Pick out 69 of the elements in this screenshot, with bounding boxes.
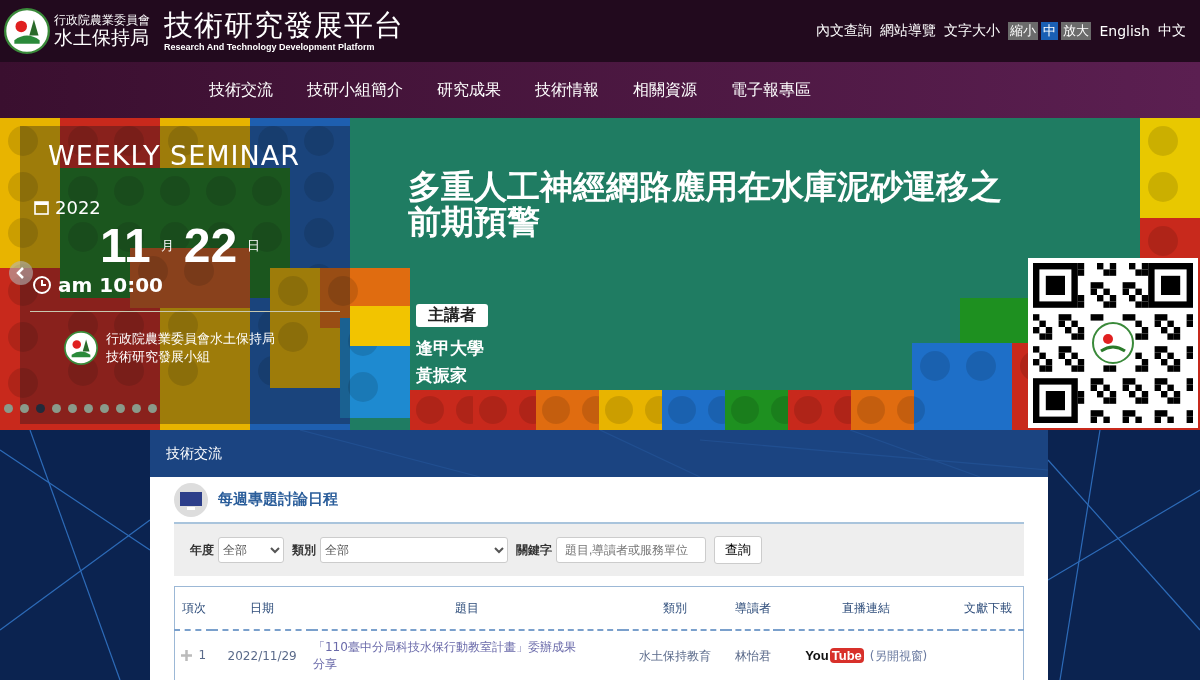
site-subtitle: Research And Technology Development Platform xyxy=(164,41,376,52)
new-window-note: (另開視窗) xyxy=(869,648,928,663)
header-link[interactable]: 內文查詢 xyxy=(816,22,873,40)
header-link[interactable]: English xyxy=(1099,23,1150,39)
font-size-button[interactable]: 中 xyxy=(1041,22,1059,40)
font-size-button[interactable]: 放大 xyxy=(1061,22,1092,40)
agency-name: 行政院農業委員會 xyxy=(54,13,150,28)
nav-item[interactable]: 技術交流 xyxy=(192,79,290,101)
seminar-topic: 多重人工神經網路應用在水庫泥砂運移之 前期預警 xyxy=(408,170,1002,240)
slide-dot[interactable] xyxy=(100,404,109,413)
header-link[interactable]: 網站導覽 xyxy=(880,22,937,40)
nav-item[interactable]: 技研小組簡介 xyxy=(290,79,420,101)
monitor-icon xyxy=(174,482,208,517)
category-cell: 水土保持教育 xyxy=(622,630,727,680)
column-header: 日期 xyxy=(212,586,312,630)
nav-item[interactable]: 相關資源 xyxy=(616,79,714,101)
date-cell: 2022/11/29 xyxy=(212,630,312,680)
seminar-day: 22 xyxy=(183,218,238,273)
column-header: 題目 xyxy=(311,586,623,630)
previous-slide-button[interactable] xyxy=(9,261,33,285)
filter-label: 年度 xyxy=(190,541,214,559)
calendar-icon xyxy=(34,200,49,215)
section-title: 技術交流 xyxy=(150,430,1048,477)
agency-logo xyxy=(4,8,50,54)
search-button[interactable]: 查詢 xyxy=(714,536,762,564)
nav-item[interactable]: 研究成果 xyxy=(420,79,518,101)
topic-link[interactable]: 「110臺中分局科技水保行動教室計畫」委辦成果分享 xyxy=(312,639,583,673)
keyword-field[interactable]: 題目,導讀者或服務單位 xyxy=(556,537,706,563)
site-title: 技術研究發展平台 xyxy=(164,10,404,42)
chevron-left-icon xyxy=(16,267,26,279)
clock-icon xyxy=(32,275,52,295)
slide-dot[interactable] xyxy=(36,404,45,413)
day-unit: 日 xyxy=(247,236,261,255)
filter-label: 類別 xyxy=(292,541,316,559)
schedule-heading: 每週專題討論日程 xyxy=(218,490,338,509)
expand-icon[interactable] xyxy=(181,649,193,661)
speaker-info: 黃振家 xyxy=(416,364,467,387)
slide-dot[interactable] xyxy=(132,404,141,413)
font-size-button[interactable]: 縮小 xyxy=(1008,22,1039,40)
column-header: 項次 xyxy=(174,586,213,630)
reader-cell: 林怡君 xyxy=(726,630,780,680)
slide-dot[interactable] xyxy=(148,404,157,413)
filter-select[interactable]: 全部 xyxy=(218,537,284,563)
seminar-month: 11 xyxy=(100,218,151,273)
column-header: 直播連結 xyxy=(779,586,953,630)
month-unit: 月 xyxy=(160,236,174,255)
slide-dot[interactable] xyxy=(68,404,77,413)
row-index: 1 xyxy=(198,648,207,663)
agency-logo xyxy=(64,331,98,366)
speaker-info: 逢甲大學 xyxy=(416,337,484,360)
header-link[interactable]: 中文 xyxy=(1158,22,1186,40)
agency-name: 水土保持局 xyxy=(54,27,150,49)
nav-item[interactable]: 技術情報 xyxy=(518,79,616,101)
organizer-name: 技術研究發展小組 xyxy=(106,348,211,367)
slide-dot[interactable] xyxy=(52,404,61,413)
seminar-time: am 10:00 xyxy=(58,273,163,297)
seminar-heading: WEEKLY SEMINAR xyxy=(48,140,301,171)
nav-item[interactable]: 電子報專區 xyxy=(714,79,828,101)
filter-label: 關鍵字 xyxy=(516,541,552,559)
column-header: 文獻下載 xyxy=(952,586,1024,630)
filter-select[interactable]: 全部 xyxy=(320,537,508,563)
speaker-tag: 主講者 xyxy=(416,304,488,327)
slide-dot[interactable] xyxy=(20,404,29,413)
column-header: 導讀者 xyxy=(726,586,780,630)
font-size-label: 文字大小 xyxy=(944,22,1001,40)
slide-dot[interactable] xyxy=(84,404,93,413)
slide-dot[interactable] xyxy=(4,404,13,413)
column-header: 類別 xyxy=(622,586,727,630)
slide-dot[interactable] xyxy=(116,404,125,413)
